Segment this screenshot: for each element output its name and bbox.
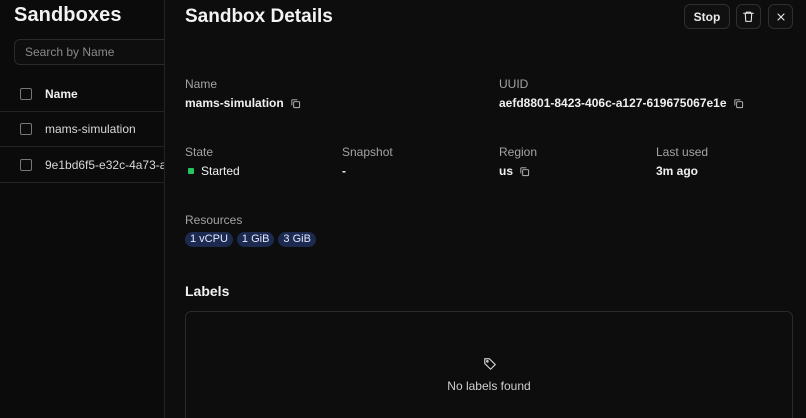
close-button[interactable] — [768, 4, 793, 29]
last-used-field: Last used 3m ago — [656, 145, 708, 178]
close-icon — [775, 11, 787, 23]
copy-icon[interactable] — [519, 166, 530, 177]
stop-button[interactable]: Stop — [684, 4, 730, 29]
select-all-checkbox[interactable] — [20, 88, 32, 100]
uuid-field: UUID aefd8801-8423-406c-a127-619675067e1… — [499, 77, 744, 110]
panel-title: Sandbox Details — [185, 6, 333, 27]
resources-field: Resources 1 vCPU 1 GiB 3 GiB — [185, 213, 316, 247]
search-box[interactable] — [14, 39, 164, 65]
state-label: State — [185, 145, 214, 159]
resource-chip-disk: 3 GiB — [278, 232, 316, 247]
region-value: us — [499, 164, 514, 178]
name-value: mams-simulation — [185, 96, 284, 110]
snapshot-value: - — [342, 164, 346, 178]
name-field: Name mams-simulation — [185, 77, 301, 110]
delete-button[interactable] — [736, 4, 761, 29]
uuid-value: aefd8801-8423-406c-a127-619675067e1e — [499, 96, 727, 110]
uuid-label: UUID — [499, 77, 529, 91]
snapshot-label: Snapshot — [342, 145, 393, 159]
labels-empty-text: No labels found — [447, 379, 531, 393]
resource-chip-memory: 1 GiB — [236, 232, 275, 247]
row-name[interactable]: 9e1bd6f5-e32c-4a73-a4 — [45, 158, 164, 172]
region-field: Region us — [499, 145, 537, 178]
row-checkbox[interactable] — [20, 159, 32, 171]
sandboxes-list-pane: Sandboxes Name mams-simulation 9e1bd6f5-… — [0, 0, 164, 418]
table-row[interactable]: mams-simulation — [0, 111, 164, 147]
column-header-name[interactable]: Name — [45, 87, 78, 101]
resource-chips: 1 vCPU 1 GiB 3 GiB — [185, 232, 316, 247]
status-dot — [188, 168, 194, 174]
tag-icon — [483, 357, 497, 376]
resource-chip-cpu: 1 vCPU — [185, 232, 233, 247]
state-value: Started — [201, 164, 240, 178]
page-title: Sandboxes — [14, 4, 122, 26]
last-used-label: Last used — [656, 145, 709, 159]
trash-icon — [742, 10, 755, 23]
labels-heading: Labels — [185, 283, 230, 299]
row-name[interactable]: mams-simulation — [45, 122, 136, 136]
resources-label: Resources — [185, 213, 243, 227]
table-header-row: Name — [0, 76, 164, 112]
copy-icon[interactable] — [290, 98, 301, 109]
search-input[interactable] — [25, 40, 164, 64]
labels-empty-state: No labels found — [185, 311, 793, 418]
snapshot-field: Snapshot - — [342, 145, 393, 178]
state-field: State Started — [185, 145, 240, 178]
copy-icon[interactable] — [733, 98, 744, 109]
region-label: Region — [499, 145, 538, 159]
sandbox-details-panel: Sandbox Details Stop Name mams-simulatio… — [164, 0, 806, 418]
name-label: Name — [185, 77, 218, 91]
last-used-value: 3m ago — [656, 164, 699, 178]
table-row[interactable]: 9e1bd6f5-e32c-4a73-a4 — [0, 147, 164, 183]
row-checkbox[interactable] — [20, 123, 32, 135]
